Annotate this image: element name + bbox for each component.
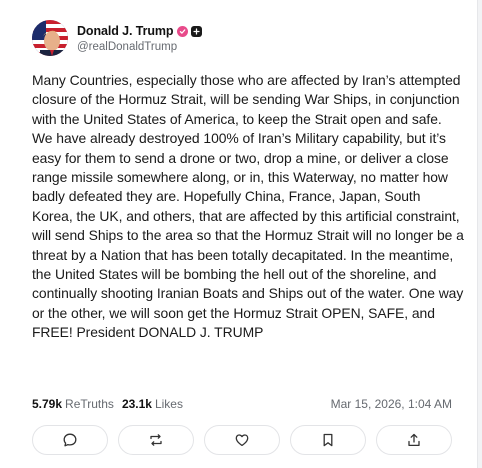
share-button[interactable] <box>376 425 452 455</box>
author-info: Donald J. Trump @realDonaldTrump <box>77 23 203 53</box>
likes-label[interactable]: Likes <box>155 397 183 411</box>
reply-button[interactable] <box>32 425 108 455</box>
like-button[interactable] <box>204 425 280 455</box>
share-icon <box>408 433 420 447</box>
bookmark-icon <box>323 433 333 447</box>
likes-count[interactable]: 23.1k <box>122 397 152 411</box>
avatar-image <box>32 20 68 56</box>
post-header: Donald J. Trump @realDonaldTrump <box>32 18 203 58</box>
post-timestamp[interactable]: Mar 15, 2026, 1:04 AM <box>331 397 452 411</box>
post-body-text: Many Countries, especially those who are… <box>32 72 464 341</box>
bookmark-button[interactable] <box>290 425 366 455</box>
author-name-row: Donald J. Trump <box>77 23 203 39</box>
retruth-icon <box>150 434 162 446</box>
retruths-count[interactable]: 5.79k <box>32 397 62 411</box>
avatar[interactable] <box>32 20 68 56</box>
plus-badge-icon <box>191 25 203 37</box>
post-stats: 5.79k ReTruths 23.1k Likes Mar 15, 2026,… <box>32 396 452 412</box>
post-card: Donald J. Trump @realDonaldTrump Many Co… <box>0 0 478 468</box>
verified-badge-icon <box>177 25 189 37</box>
post-actions <box>32 425 452 455</box>
author-display-name[interactable]: Donald J. Trump <box>77 24 174 38</box>
author-handle[interactable]: @realDonaldTrump <box>77 41 202 53</box>
reply-icon <box>63 433 77 447</box>
retruth-button[interactable] <box>118 425 194 455</box>
retruths-label[interactable]: ReTruths <box>65 397 114 411</box>
heart-icon <box>235 434 249 447</box>
